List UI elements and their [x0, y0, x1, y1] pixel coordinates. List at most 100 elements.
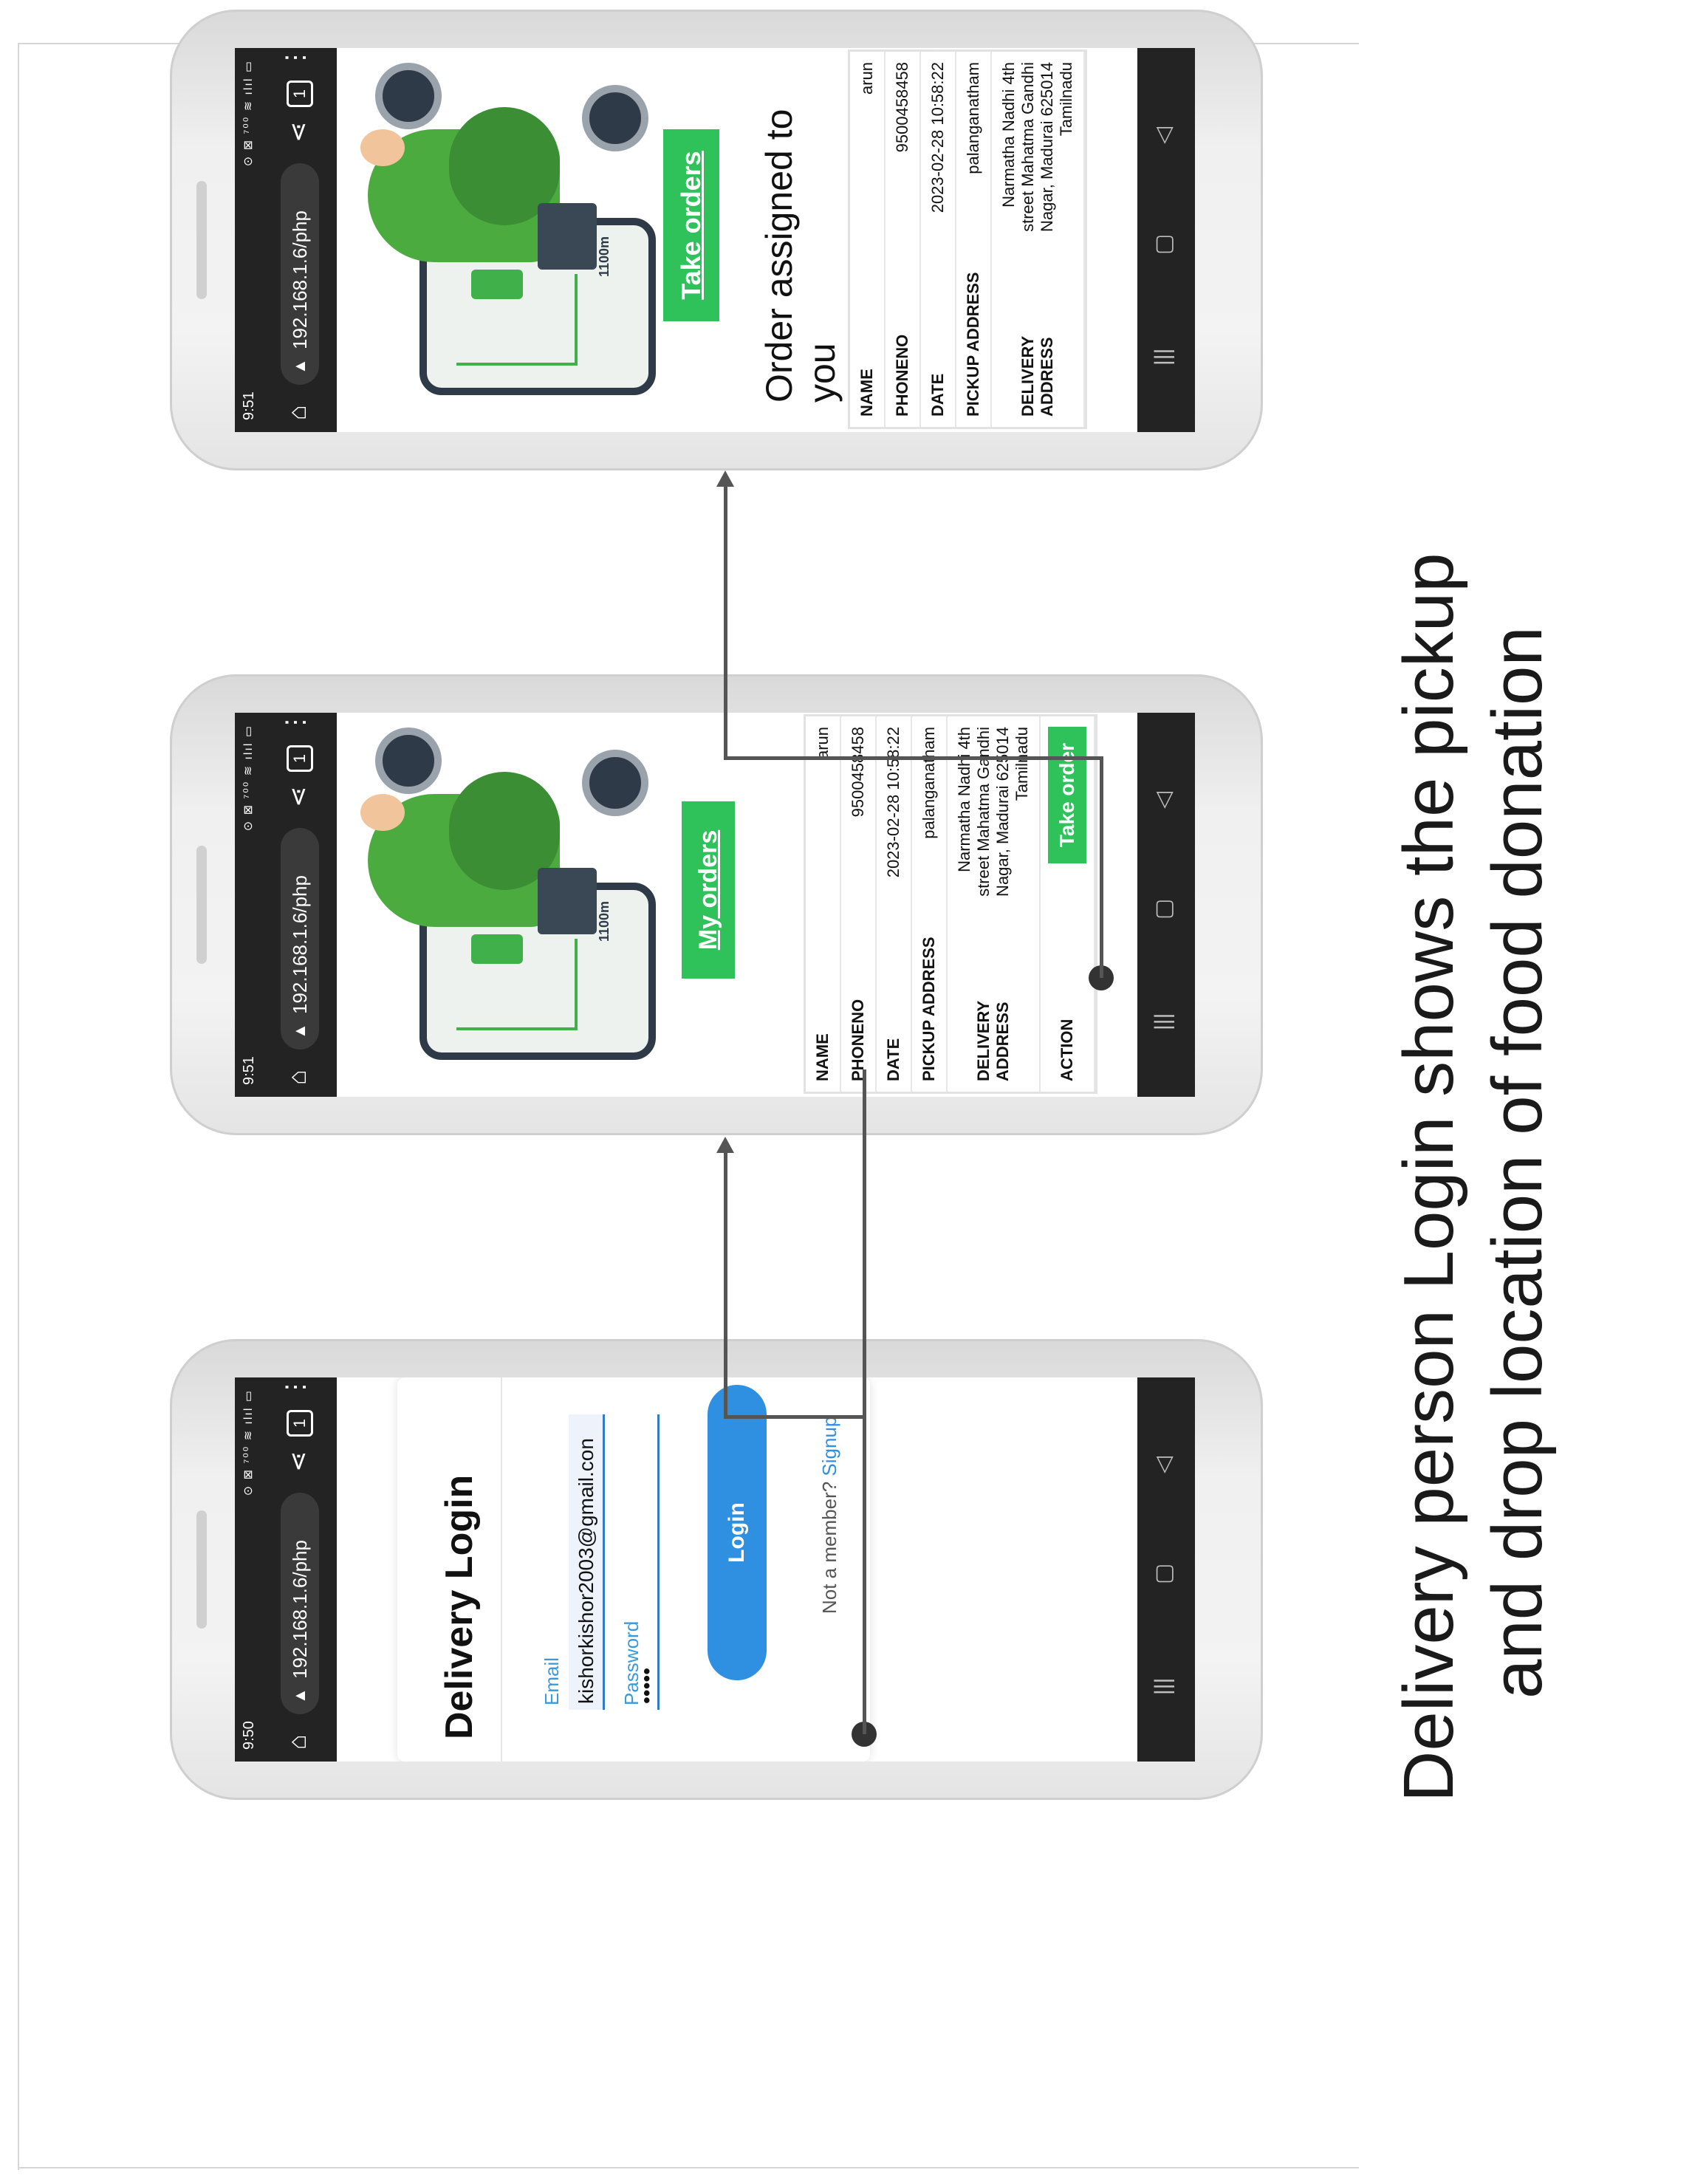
assigned-screen: 9:51 ⊙ ⊠ ⁷⁰⁰ ≋ ılıl ▭ ⌂ ▲ 192.168.1.6/ph…	[235, 48, 1195, 432]
tabs-icon[interactable]: 1	[287, 81, 313, 107]
map-pin-graphic	[471, 270, 523, 299]
table-row: DELIVERY ADDRESS Narmatha Nadhi 4th stree…	[991, 52, 1084, 427]
row-key: DELIVERY ADDRESS	[947, 916, 1040, 1092]
android-navbar: ||| ▢ ◁	[1137, 48, 1195, 432]
overview-icon[interactable]: ▢	[1151, 234, 1176, 255]
row-value: Narmatha Nadhi 4th street Mahatma Gandhi…	[991, 52, 1084, 251]
flow-connector	[724, 1146, 727, 1419]
table-row: PHONENO 9500458458	[840, 716, 876, 1092]
warning-icon: ▲	[290, 358, 309, 374]
delivery-illustration: 1100m	[346, 63, 656, 410]
table-row: DATE 2023-02-28 10:58:22	[920, 52, 956, 427]
row-key: PHONENO	[840, 916, 876, 1092]
table-row: DELIVERY ADDRESS Narmatha Nadhi 4th stree…	[947, 716, 1040, 1092]
speaker	[196, 1510, 207, 1629]
table-row: NAME arun	[806, 716, 840, 1092]
rider-head-graphic	[360, 129, 405, 166]
take-orders-button[interactable]: Take orders	[663, 129, 719, 321]
password-field[interactable]	[657, 1414, 660, 1710]
tabs-icon[interactable]: 1	[287, 745, 313, 772]
map-pin-graphic	[471, 934, 523, 964]
menu-icon[interactable]: ⋮	[281, 1377, 310, 1400]
wheel-graphic	[375, 63, 442, 129]
url-text: 192.168.1.6/php	[289, 875, 311, 1014]
share-icon[interactable]: ⋖	[284, 122, 313, 143]
browser-statusbar: 9:50 ⊙ ⊠ ⁷⁰⁰ ≋ ılıl ▭ ⌂ ▲ 192.168.1.6/ph…	[235, 1377, 337, 1762]
url-text: 192.168.1.6/php	[289, 210, 311, 349]
flow-connector	[724, 479, 727, 760]
home-icon[interactable]: ⌂	[284, 405, 312, 420]
caption-line-1: Delivery person Login shows the pickup	[1389, 552, 1468, 1802]
url-bar[interactable]: ▲ 192.168.1.6/php	[281, 1493, 319, 1714]
overview-icon[interactable]: ▢	[1151, 1564, 1176, 1584]
flow-connector	[724, 756, 1103, 760]
phone-orders: 9:51 ⊙ ⊠ ⁷⁰⁰ ≋ ılıl ▭ ⌂ ▲ 192.168.1.6/ph…	[170, 674, 1263, 1135]
row-key: DELIVERY ADDRESS	[991, 251, 1084, 427]
android-navbar: ||| ▢ ◁	[1137, 713, 1195, 1097]
map-distance-label: 1100m	[597, 900, 612, 942]
row-value: 2023-02-28 10:58:22	[876, 716, 911, 916]
delivery-box-graphic	[538, 203, 597, 270]
login-button[interactable]: Login	[708, 1385, 767, 1680]
row-key: PICKUP ADDRESS	[911, 916, 947, 1092]
assigned-table: NAME arun PHONENO 9500458458 DATE 2023-02-2…	[848, 49, 1087, 429]
orders-table: NAME arun PHONENO 9500458458 DATE 2023-02-2…	[804, 714, 1097, 1094]
row-key: DATE	[920, 251, 956, 427]
row-key: NAME	[850, 251, 885, 427]
wheel-graphic	[582, 85, 648, 151]
share-icon[interactable]: ⋖	[284, 1451, 313, 1473]
overview-icon[interactable]: ▢	[1151, 899, 1176, 920]
wheel-graphic	[375, 728, 442, 794]
recents-icon[interactable]: |||	[1151, 1678, 1176, 1695]
take-order-button[interactable]: Take order	[1048, 727, 1086, 864]
phone-login: 9:50 ⊙ ⊠ ⁷⁰⁰ ≋ ılıl ▭ ⌂ ▲ 192.168.1.6/ph…	[170, 1339, 1263, 1800]
row-value: Take order	[1040, 716, 1095, 916]
url-text: 192.168.1.6/php	[289, 1540, 311, 1679]
row-value: 9500458458	[840, 716, 876, 916]
recents-icon[interactable]: |||	[1151, 1013, 1176, 1030]
recents-icon[interactable]: |||	[1151, 349, 1176, 366]
divider	[501, 1377, 502, 1762]
system-icons: ⊙ ⊠ ⁷⁰⁰ ≋ ılıl ▭	[242, 725, 255, 832]
flow-connector	[863, 1069, 866, 1734]
my-orders-button[interactable]: My orders	[682, 801, 735, 979]
system-icons: ⊙ ⊠ ⁷⁰⁰ ≋ ılıl ▭	[242, 60, 255, 167]
caption-line-2: and drop location of food donation	[1478, 626, 1557, 1699]
back-icon[interactable]: ◁	[1151, 792, 1176, 809]
rider-head-graphic	[360, 794, 405, 831]
wheel-graphic	[582, 750, 648, 816]
delivery-illustration: 1100m	[346, 728, 656, 1075]
url-bar[interactable]: ▲ 192.168.1.6/php	[281, 163, 319, 385]
arrow-head	[716, 470, 734, 487]
flow-connector	[724, 1415, 866, 1419]
tabs-icon[interactable]: 1	[287, 1410, 313, 1437]
row-value: arun	[850, 52, 885, 251]
home-icon[interactable]: ⌂	[284, 1069, 312, 1085]
share-icon[interactable]: ⋖	[284, 787, 313, 808]
menu-icon[interactable]: ⋮	[281, 713, 310, 735]
orders-screen: 9:51 ⊙ ⊠ ⁷⁰⁰ ≋ ılıl ▭ ⌂ ▲ 192.168.1.6/ph…	[235, 713, 1195, 1097]
home-icon[interactable]: ⌂	[284, 1734, 312, 1750]
signup-link[interactable]: Signup	[818, 1417, 840, 1476]
login-screen: 9:50 ⊙ ⊠ ⁷⁰⁰ ≋ ılıl ▭ ⌂ ▲ 192.168.1.6/ph…	[235, 1377, 1195, 1762]
map-distance-label: 1100m	[597, 236, 612, 277]
phone-assigned: 9:51 ⊙ ⊠ ⁷⁰⁰ ≋ ılıl ▭ ⌂ ▲ 192.168.1.6/ph…	[170, 10, 1263, 470]
email-value: kishorkishor2003@gmail.con	[575, 1438, 597, 1704]
back-icon[interactable]: ◁	[1151, 1456, 1176, 1473]
caption: Delivery person Login shows the pickup a…	[1388, 281, 1580, 1832]
back-icon[interactable]: ◁	[1151, 127, 1176, 144]
url-bar[interactable]: ▲ 192.168.1.6/php	[281, 828, 319, 1050]
flow-connector	[1100, 756, 1103, 978]
signup-prompt: Not a member? Signup	[818, 1417, 841, 1614]
status-time: 9:50	[241, 1721, 257, 1750]
row-value: palanganatham	[911, 716, 947, 916]
menu-icon[interactable]: ⋮	[281, 48, 310, 70]
speaker	[196, 181, 207, 299]
login-card: Delivery Login Email kishorkishor2003@gm…	[397, 1377, 870, 1762]
password-value[interactable]: •••••	[635, 1668, 659, 1704]
row-value: arun	[806, 716, 840, 916]
row-value: Narmatha Nadhi 4th street Mahatma Gandhi…	[947, 716, 1040, 916]
table-row: PICKUP ADDRESS palanganatham	[911, 716, 947, 1092]
table-row: NAME arun	[850, 52, 885, 427]
row-value: palanganatham	[956, 52, 991, 251]
